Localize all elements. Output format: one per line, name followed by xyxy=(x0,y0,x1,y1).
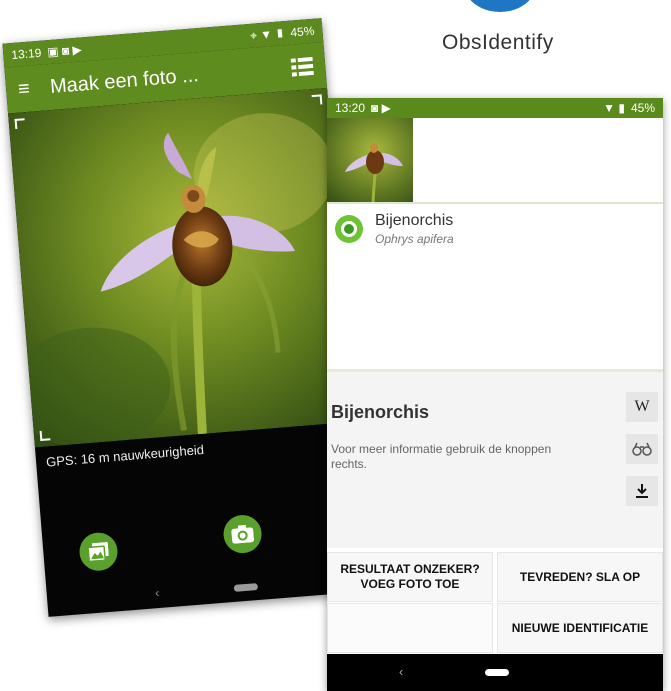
menu-icon[interactable]: ≡ xyxy=(17,76,51,101)
notification-icons: ◙ ▶ xyxy=(371,101,391,115)
shutter-button[interactable] xyxy=(222,513,264,555)
phone-result-screen: 13:20 ◙ ▶ ▼ ▮ 45% Bijenorchis Ophrys api… xyxy=(327,98,663,691)
add-photo-button[interactable]: RESULTAAT ONZEKER? VOEG FOTO TOE xyxy=(327,552,493,602)
obsidentify-logo xyxy=(463,0,537,12)
navigation-bar: ‹ xyxy=(327,654,663,691)
notification-icons: ▣ ◙ ▶ xyxy=(46,42,83,60)
species-detail-panel: Bijenorchis Voor meer informatie gebruik… xyxy=(327,372,663,548)
identification-result[interactable]: Bijenorchis Ophrys apifera xyxy=(335,212,454,246)
add-photo-label-line2: VOEG FOTO TOE xyxy=(360,577,460,591)
gallery-button[interactable] xyxy=(78,531,119,573)
wikipedia-button[interactable]: W xyxy=(626,392,658,422)
battery-level: 45% xyxy=(289,23,315,40)
new-identification-label: NIEUWE IDENTIFICATIE xyxy=(511,620,649,635)
frame-corner xyxy=(311,94,323,106)
save-button[interactable]: TEVREDEN? SLA OP xyxy=(497,552,663,602)
back-icon[interactable]: ‹ xyxy=(154,585,160,600)
binoculars-icon xyxy=(632,442,652,456)
download-button[interactable] xyxy=(626,476,658,506)
camera-icon xyxy=(231,524,255,544)
back-icon[interactable]: ‹ xyxy=(399,664,403,679)
brand-name: ObsIdentify xyxy=(442,31,554,54)
frame-corner xyxy=(14,118,26,129)
save-label: TEVREDEN? SLA OP xyxy=(519,569,641,584)
home-icon[interactable] xyxy=(233,583,259,592)
orchid-thumbnail xyxy=(327,118,413,202)
status-bar: 13:20 ◙ ▶ ▼ ▮ 45% xyxy=(327,98,663,118)
empty-cell xyxy=(327,603,493,653)
wifi-battery-icons: ▼ ▮ xyxy=(603,101,625,115)
orchid-photo xyxy=(8,87,354,448)
add-photo-label-line1: RESULTAAT ONZEKER? xyxy=(340,562,480,576)
divider xyxy=(327,202,663,204)
phone-camera-screen: 13:19 ▣ ◙ ▶ ⌖ ▼ ▮ 45% ≡ Maak een foto ..… xyxy=(2,18,368,617)
photo-thumbnail[interactable] xyxy=(327,118,413,202)
status-time: 13:19 xyxy=(10,45,42,63)
detail-info-text: Voor meer informatie gebruik de knoppen … xyxy=(331,442,552,471)
home-icon[interactable] xyxy=(485,669,509,676)
list-icon[interactable] xyxy=(290,56,314,77)
confidence-icon xyxy=(335,215,363,243)
action-buttons: RESULTAAT ONZEKER? VOEG FOTO TOE TEVREDE… xyxy=(327,548,663,653)
observation-button[interactable] xyxy=(626,434,658,464)
detail-title: Bijenorchis xyxy=(331,402,430,422)
species-common-name: Bijenorchis xyxy=(375,212,454,229)
status-time: 13:20 xyxy=(335,101,366,115)
frame-corner xyxy=(39,430,51,441)
location-wifi-icons: ⌖ ▼ ▮ xyxy=(249,25,286,43)
wikipedia-icon: W xyxy=(634,398,650,415)
camera-preview[interactable] xyxy=(8,87,354,448)
gallery-icon xyxy=(87,541,109,562)
new-identification-button[interactable]: NIEUWE IDENTIFICATIE xyxy=(497,603,663,653)
download-icon xyxy=(636,484,648,498)
species-scientific-name: Ophrys apifera xyxy=(375,232,454,246)
page-title: Maak een foto ... xyxy=(49,63,200,98)
battery-level: 45% xyxy=(630,101,655,115)
